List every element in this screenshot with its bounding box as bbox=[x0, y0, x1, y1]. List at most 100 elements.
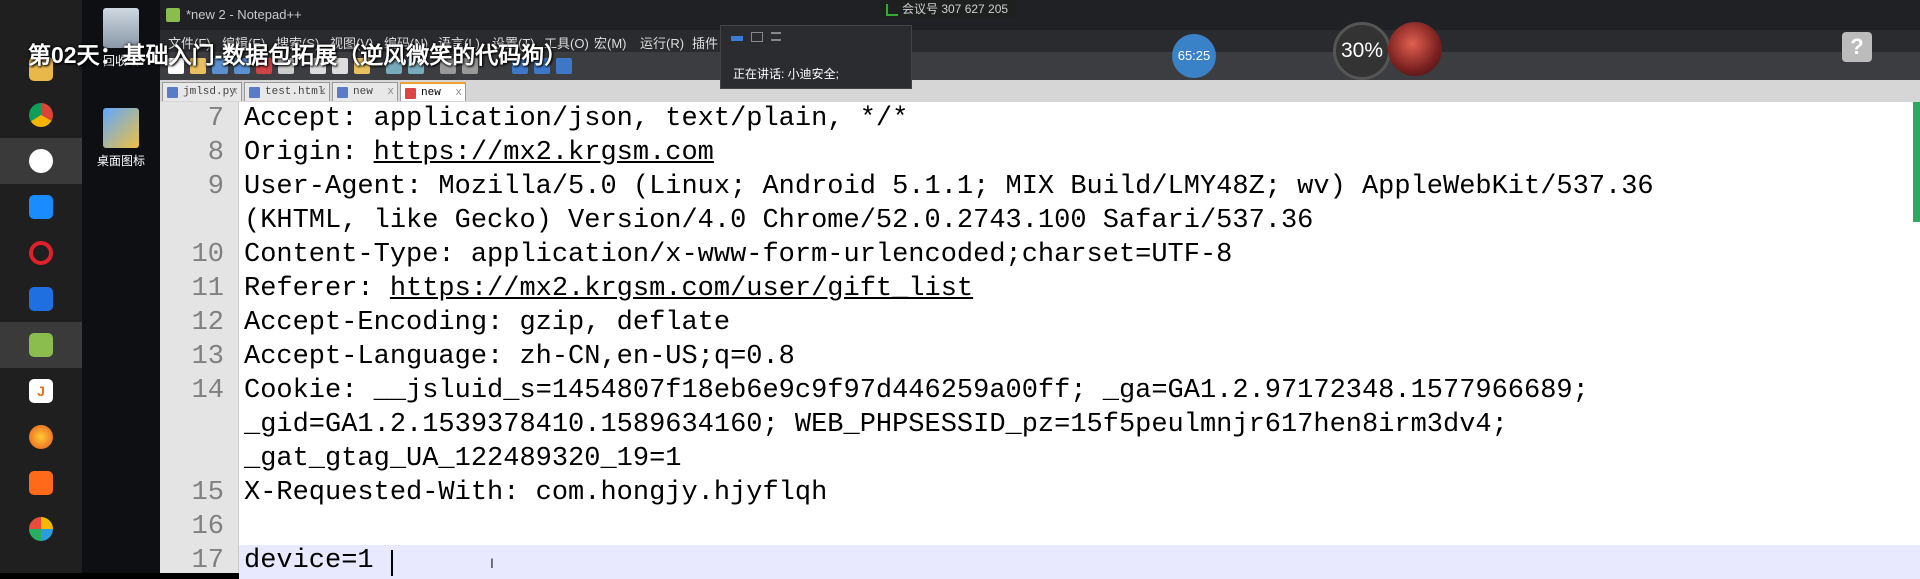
tab-close-icon[interactable]: x bbox=[387, 83, 394, 102]
editor-area[interactable]: 7 8 9 10 11 12 13 14 15 16 17 Accept: application/… bbox=[160, 102, 1920, 579]
timer-badge: 65:25 bbox=[1172, 34, 1216, 78]
signal-icon bbox=[886, 4, 898, 16]
app-blue-icon bbox=[29, 195, 53, 219]
scroll-indicator[interactable] bbox=[1913, 102, 1920, 222]
windows-taskbar: J bbox=[0, 0, 82, 573]
code-text: Referer: bbox=[244, 274, 390, 304]
code-line[interactable]: Accept-Language: zh-CN,en-US;q=0.8 bbox=[244, 340, 795, 374]
file-icon bbox=[249, 87, 260, 98]
code-line[interactable]: Accept: application/json, text/plain, */… bbox=[244, 102, 908, 136]
taskbar-app-chrome[interactable] bbox=[0, 92, 82, 138]
burp-icon bbox=[29, 471, 53, 495]
code-text: Origin: bbox=[244, 138, 374, 168]
code-text: Accept-Language: zh-CN,en-US;q=0.8 bbox=[244, 342, 795, 372]
menu-run[interactable]: 运行(R) bbox=[640, 33, 684, 52]
taskbar-app-meeting[interactable] bbox=[0, 138, 82, 184]
tab-close-icon[interactable]: x bbox=[319, 83, 326, 102]
cpu-gauge: 30% bbox=[1333, 22, 1391, 80]
maximize-icon[interactable] bbox=[751, 32, 763, 42]
tab-new-1[interactable]: new 1 x bbox=[332, 82, 398, 117]
desktop: 回收站 桌面图标 bbox=[82, 0, 160, 573]
url-link[interactable]: https://mx2.krgsm.com/user/gift_list bbox=[390, 274, 973, 304]
code-line[interactable]: Referer: https://mx2.krgsm.com/user/gift… bbox=[244, 272, 973, 306]
taskbar-app-dingtalk[interactable] bbox=[0, 184, 82, 230]
tab-jmlsd[interactable]: jmlsd.py x bbox=[162, 82, 242, 101]
file-modified-icon bbox=[405, 88, 416, 99]
folder-icon bbox=[103, 108, 139, 148]
line-number: 8 bbox=[207, 138, 224, 168]
taskbar-app-java[interactable]: J bbox=[0, 368, 82, 414]
code-text: Accept-Encoding: gzip, deflate bbox=[244, 308, 731, 338]
line-number-gutter: 7 8 9 10 11 12 13 14 15 16 17 bbox=[160, 102, 239, 576]
desktop-icon-label: 桌面图标 bbox=[96, 154, 145, 168]
file-icon bbox=[337, 87, 348, 98]
notepadpp-icon bbox=[29, 333, 53, 357]
code-text: User-Agent: Mozilla/5.0 (Linux; Android … bbox=[244, 172, 1654, 202]
taskbar-app-notepadpp[interactable] bbox=[0, 322, 82, 368]
code-text: _gat_gtag_UA_122489320_19=1 bbox=[244, 444, 682, 474]
code-line[interactable]: Content-Type: application/x-www-form-url… bbox=[244, 238, 1232, 272]
tab-test-html[interactable]: test.html x bbox=[244, 82, 330, 101]
minimize-icon[interactable] bbox=[731, 36, 743, 41]
line-number: 13 bbox=[191, 342, 224, 372]
menu-icon[interactable] bbox=[771, 32, 781, 41]
line-number: 15 bbox=[191, 478, 224, 508]
file-icon bbox=[167, 87, 178, 98]
code-line[interactable]: (KHTML, like Gecko) Version/4.0 Chrome/5… bbox=[244, 204, 1313, 238]
java-icon: J bbox=[29, 379, 53, 403]
line-number: 12 bbox=[191, 308, 224, 338]
code-line[interactable]: _gid=GA1.2.1539378410.1589634160; WEB_PH… bbox=[244, 408, 1508, 442]
code-text: _gid=GA1.2.1539378410.1589634160; WEB_PH… bbox=[244, 410, 1508, 440]
code-text: device=1 bbox=[244, 546, 374, 576]
cloud-icon bbox=[29, 287, 53, 311]
meeting-id-text: 会议号 307 627 205 bbox=[902, 2, 1009, 16]
tab-label: jmlsd.py bbox=[183, 86, 236, 98]
chrome-icon bbox=[29, 103, 53, 127]
code-line[interactable]: X-Requested-With: com.hongjy.hjyflqh bbox=[244, 476, 827, 510]
url-link[interactable]: https://mx2.krgsm.com bbox=[374, 138, 714, 168]
code-line[interactable]: _gat_gtag_UA_122489320_19=1 bbox=[244, 442, 681, 476]
code-line[interactable]: Cookie: __jsluid_s=1454807f18eb6e9c9f97d… bbox=[244, 374, 1589, 408]
tab-label: test.html bbox=[265, 86, 325, 98]
code-text: (KHTML, like Gecko) Version/4.0 Chrome/5… bbox=[244, 206, 1314, 236]
line-number: 11 bbox=[191, 274, 224, 304]
taskbar-app-360[interactable] bbox=[0, 506, 82, 552]
video-title: 第02天：基础入门-数据包拓展（逆风微笑的代码狗） bbox=[28, 42, 568, 68]
taskbar-app-opera[interactable] bbox=[0, 230, 82, 276]
desktop-folder[interactable]: 桌面图标 bbox=[94, 108, 148, 169]
taskbar-app-tencent[interactable] bbox=[0, 276, 82, 322]
avatar[interactable] bbox=[1388, 22, 1442, 76]
firefox-icon bbox=[29, 425, 53, 449]
window-title: *new 2 - Notepad++ bbox=[186, 7, 302, 22]
panda-icon bbox=[29, 149, 53, 173]
code-line[interactable]: Accept-Encoding: gzip, deflate bbox=[244, 306, 730, 340]
notepadpp-window: *new 2 - Notepad++ 文件(F) 编辑(E) 搜索(S) 视图(… bbox=[160, 0, 1920, 579]
code-text: Content-Type: application/x-www-form-url… bbox=[244, 240, 1233, 270]
menu-plugins[interactable]: 插件 bbox=[692, 33, 718, 52]
code-line[interactable]: Origin: https://mx2.krgsm.com bbox=[244, 136, 714, 170]
meeting-id-badge: 会议号 307 627 205 bbox=[880, 0, 1017, 18]
tab-close-icon[interactable]: x bbox=[231, 83, 238, 102]
pentagon-icon bbox=[29, 517, 53, 541]
title-bar: *new 2 - Notepad++ bbox=[160, 0, 1920, 30]
taskbar-app-burpsuite[interactable] bbox=[0, 460, 82, 506]
taskbar-app-firefox[interactable] bbox=[0, 414, 82, 460]
windows-logo-icon bbox=[31, 13, 51, 33]
opera-icon bbox=[29, 241, 53, 265]
help-icon[interactable]: ? bbox=[1842, 32, 1872, 62]
code-text: Cookie: __jsluid_s=1454807f18eb6e9c9f97d… bbox=[244, 376, 1589, 406]
tab-close-icon[interactable]: x bbox=[455, 84, 462, 103]
line-number: 7 bbox=[207, 104, 224, 134]
text-caret bbox=[391, 550, 393, 576]
notepadpp-icon bbox=[166, 8, 180, 22]
code-line[interactable]: User-Agent: Mozilla/5.0 (Linux; Android … bbox=[244, 170, 1654, 204]
line-number: 10 bbox=[191, 240, 224, 270]
menu-macro[interactable]: 宏(M) bbox=[594, 33, 627, 52]
code-text: Accept: application/json, text/plain, */… bbox=[244, 104, 909, 134]
code-text: X-Requested-With: com.hongjy.hjyflqh bbox=[244, 478, 828, 508]
tab-new-2[interactable]: new 2 x bbox=[400, 82, 466, 118]
line-number: 9 bbox=[207, 172, 224, 202]
tab-bar: jmlsd.py x test.html x new 1 x new 2 x bbox=[160, 80, 1920, 118]
text-cursor-icon: I bbox=[490, 555, 494, 571]
line-number: 14 bbox=[191, 376, 224, 406]
